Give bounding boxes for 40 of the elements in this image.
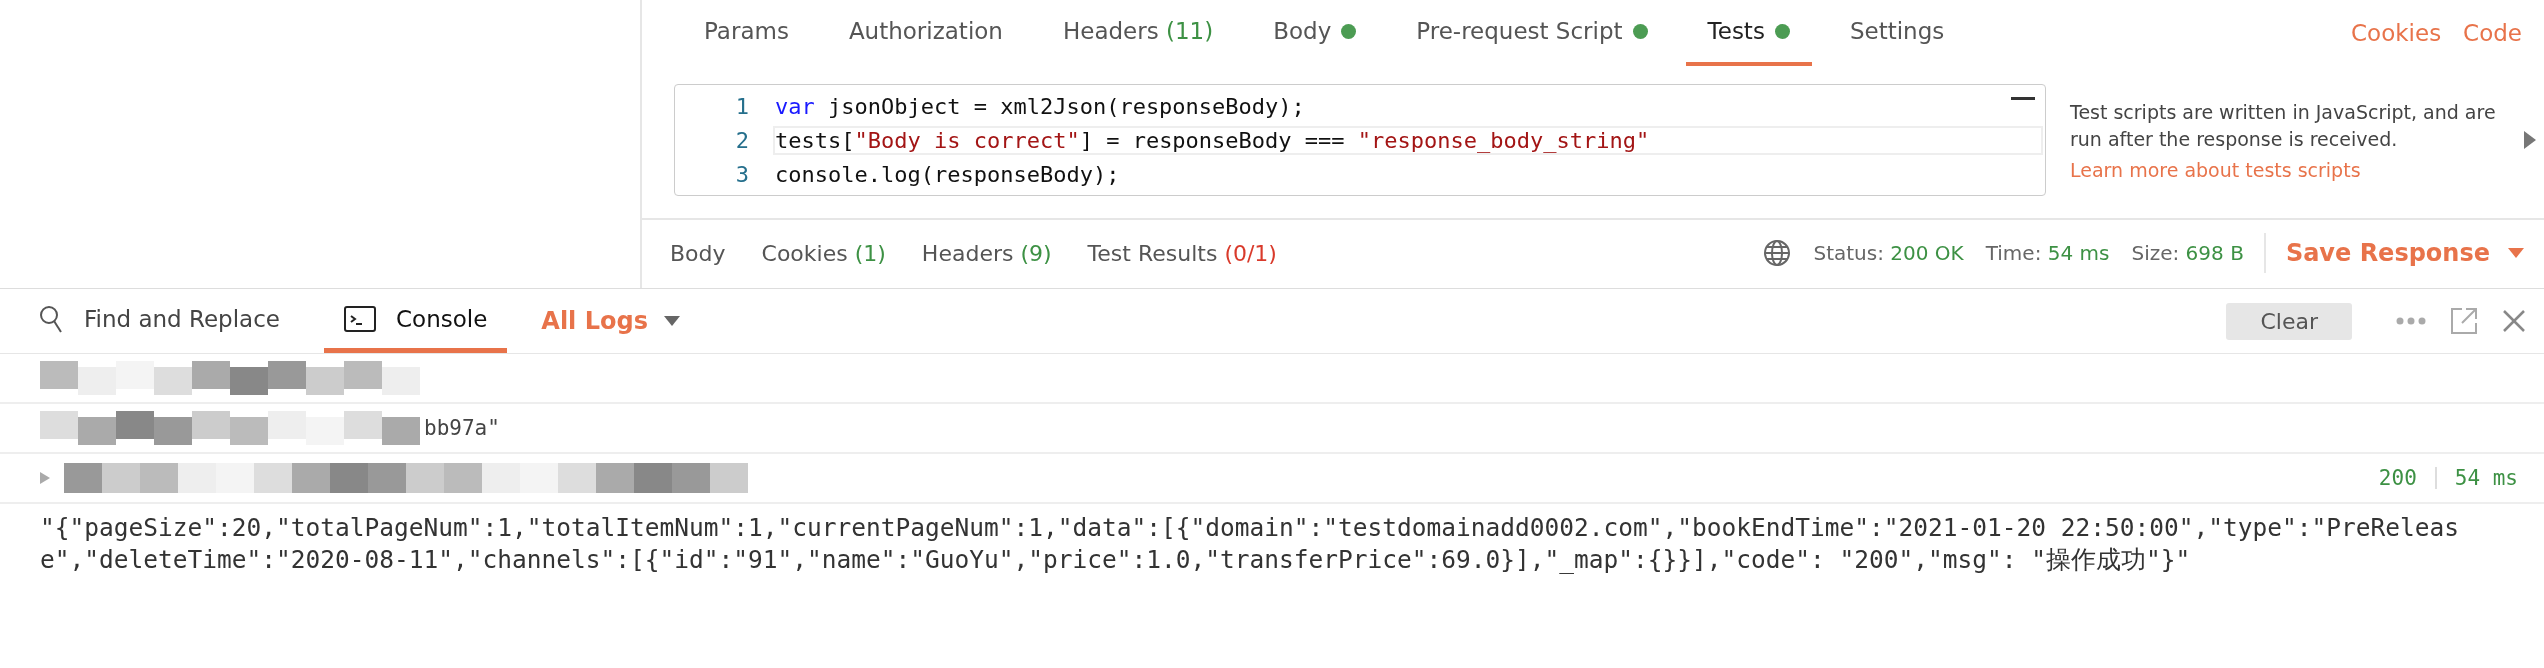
log-text: "{"pageSize":20,"totalPageNum":1,"totalItemNum":1,"currentPageNum":1,"data":[{"domain":"testdomainadd0002.com","bookEndTime":"2021-01-20 22:50:00","type":"PreRelease","deleteTime":"2020-08-11","channels":[{"id":"91","name":"GuoYu","price":1.0,"transferPrice":69.0}],"_map":{}}],"code": "200","msg": "操作成功"}" [40, 512, 2461, 576]
code-line: console.log(responseBody); [775, 161, 1120, 187]
code-editor[interactable]: 1 var jsonObject = xml2Json(responseBody); 2 tests["Body is correct"] = responseBody === "response_body_string" 3 console.log(responseBody); [674, 84, 2046, 196]
request-tab[interactable]: Headers (11) [1040, 0, 1236, 66]
response-tab[interactable]: Test Results (0/1) [1087, 240, 1277, 266]
help-text: Test scripts are written in JavaScript, and are run after the response is received. [2070, 100, 2497, 152]
response-status: 200 [2378, 466, 2417, 490]
pop-out-icon[interactable] [2450, 307, 2478, 335]
response-stat: Size: 698 B [2131, 241, 2244, 265]
code-line: tests["Body is correct"] = responseBody === "response_body_string" [775, 127, 2041, 153]
expand-arrow-icon[interactable] [40, 472, 50, 484]
request-tab[interactable]: Pre-request Script [1394, 0, 1670, 66]
clear-button[interactable]: Clear [2226, 302, 2352, 340]
more-icon[interactable] [2396, 317, 2426, 325]
console-tab[interactable]: Console [324, 289, 508, 353]
caret-icon [663, 316, 680, 326]
line-number: 2 [734, 127, 750, 153]
log-text: bb97a" [424, 416, 500, 440]
response-tab[interactable]: Body [670, 240, 726, 266]
caret-icon [2508, 248, 2524, 258]
close-icon[interactable] [2502, 309, 2526, 333]
response-time: 54 ms [2454, 466, 2518, 490]
expand-arrow-icon[interactable] [2524, 131, 2536, 149]
response-stat: Time: 54 ms [1985, 241, 2110, 265]
code-line: var jsonObject = xml2Json(responseBody); [775, 93, 1305, 119]
request-tab[interactable]: Body [1251, 0, 1379, 66]
response-stat: Status: 200 OK [1813, 241, 1964, 265]
search-icon [38, 303, 64, 334]
request-tab[interactable]: Params [682, 0, 811, 66]
request-tab[interactable]: Authorization [826, 0, 1025, 66]
response-tab[interactable]: Cookies (1) [761, 240, 886, 266]
globe-icon[interactable] [1763, 239, 1792, 267]
console-tab[interactable]: Find and Replace [18, 289, 300, 353]
response-tab[interactable]: Headers (9) [921, 240, 1052, 266]
request-tab[interactable]: Tests [1685, 0, 1812, 66]
line-number: 3 [734, 161, 750, 187]
scrollbar-marker [2011, 97, 2035, 100]
terminal-icon [344, 305, 376, 332]
line-number: 1 [734, 93, 750, 119]
request-tab[interactable]: Settings [1827, 0, 1967, 66]
